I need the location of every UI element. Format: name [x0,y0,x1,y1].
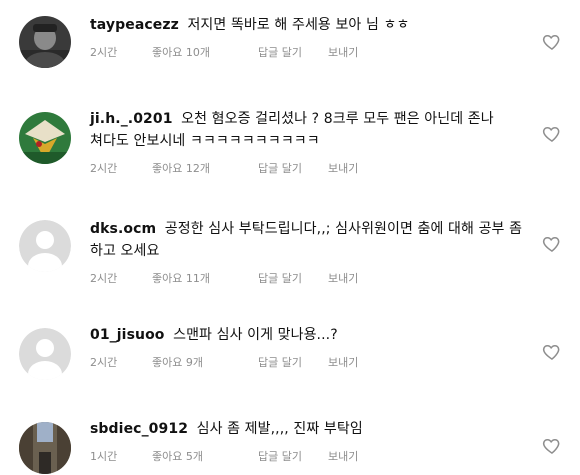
comment-text: 01_jisuoo 스맨파 심사 이게 맞나용...? [90,324,530,346]
avatar[interactable] [19,112,71,164]
comment-meta: 2시간 좋아요 12개 답글 달기 보내기 [90,160,530,176]
avatar[interactable] [19,16,71,68]
comment-body: 스맨파 심사 이게 맞나용...? [173,327,338,343]
comment-text: dks.ocm 공정한 심사 부탁드립니다,,; 심사위원이면 춤에 대해 공부… [90,218,530,262]
comment-username[interactable]: taypeacezz [90,17,179,33]
comment-time: 2시간 [90,356,118,369]
heart-outline-icon[interactable] [542,342,562,362]
comment-text: ji.h._.0201 오천 혐오증 걸리셨나 ? 8크루 모두 팬은 아닌데 … [90,108,530,152]
reply-button[interactable]: 답글 달기 [258,354,328,370]
comment-body: 저지면 똑바로 해 주세용 보아 님 ㅎㅎ [187,17,410,33]
send-button[interactable]: 보내기 [328,160,388,176]
comment-likes[interactable]: 좋아요 10개 [152,44,258,60]
comment-meta: 2시간 좋아요 9개 답글 달기 보내기 [90,354,530,370]
reply-button[interactable]: 답글 달기 [258,44,328,60]
comment-meta: 2시간 좋아요 11개 답글 달기 보내기 [90,270,530,286]
default-avatar-icon [19,328,71,380]
comment-username[interactable]: dks.ocm [90,221,156,237]
comment-meta: 1시간 좋아요 5개 답글 달기 보내기 [90,448,530,464]
comment-likes[interactable]: 좋아요 12개 [152,160,258,176]
comment-likes[interactable]: 좋아요 9개 [152,354,258,370]
comment-likes[interactable]: 좋아요 5개 [152,448,258,464]
comment-meta: 2시간 좋아요 10개 답글 달기 보내기 [90,44,530,60]
comment-username[interactable]: 01_jisuoo [90,327,165,343]
comment-username[interactable]: ji.h._.0201 [90,111,173,127]
profile-photo-icon [19,112,71,164]
avatar[interactable] [19,422,71,474]
comment-username[interactable]: sbdiec_0912 [90,421,188,437]
send-button[interactable]: 보내기 [328,448,388,464]
profile-photo-icon [19,16,71,68]
comment-time: 2시간 [90,162,118,175]
profile-photo-icon [19,422,71,474]
comment-likes[interactable]: 좋아요 11개 [152,270,258,286]
avatar[interactable] [19,328,71,380]
send-button[interactable]: 보내기 [328,270,388,286]
comment-text: taypeacezz 저지면 똑바로 해 주세용 보아 님 ㅎㅎ [90,14,530,36]
comment-time: 1시간 [90,450,118,463]
comment-body: 심사 좀 제발,,,, 진짜 부탁임 [196,421,363,437]
comment-time: 2시간 [90,272,118,285]
heart-outline-icon[interactable] [542,436,562,456]
comment-time: 2시간 [90,46,118,59]
default-avatar-icon [19,220,71,272]
comment-text: sbdiec_0912 심사 좀 제발,,,, 진짜 부탁임 [90,418,530,440]
send-button[interactable]: 보내기 [328,354,388,370]
reply-button[interactable]: 답글 달기 [258,448,328,464]
reply-button[interactable]: 답글 달기 [258,270,328,286]
heart-outline-icon[interactable] [542,32,562,52]
heart-outline-icon[interactable] [542,124,562,144]
comment-list: taypeacezz 저지면 똑바로 해 주세용 보아 님 ㅎㅎ 2시간 좋아요… [0,0,580,475]
reply-button[interactable]: 답글 달기 [258,160,328,176]
send-button[interactable]: 보내기 [328,44,388,60]
heart-outline-icon[interactable] [542,234,562,254]
avatar[interactable] [19,220,71,272]
